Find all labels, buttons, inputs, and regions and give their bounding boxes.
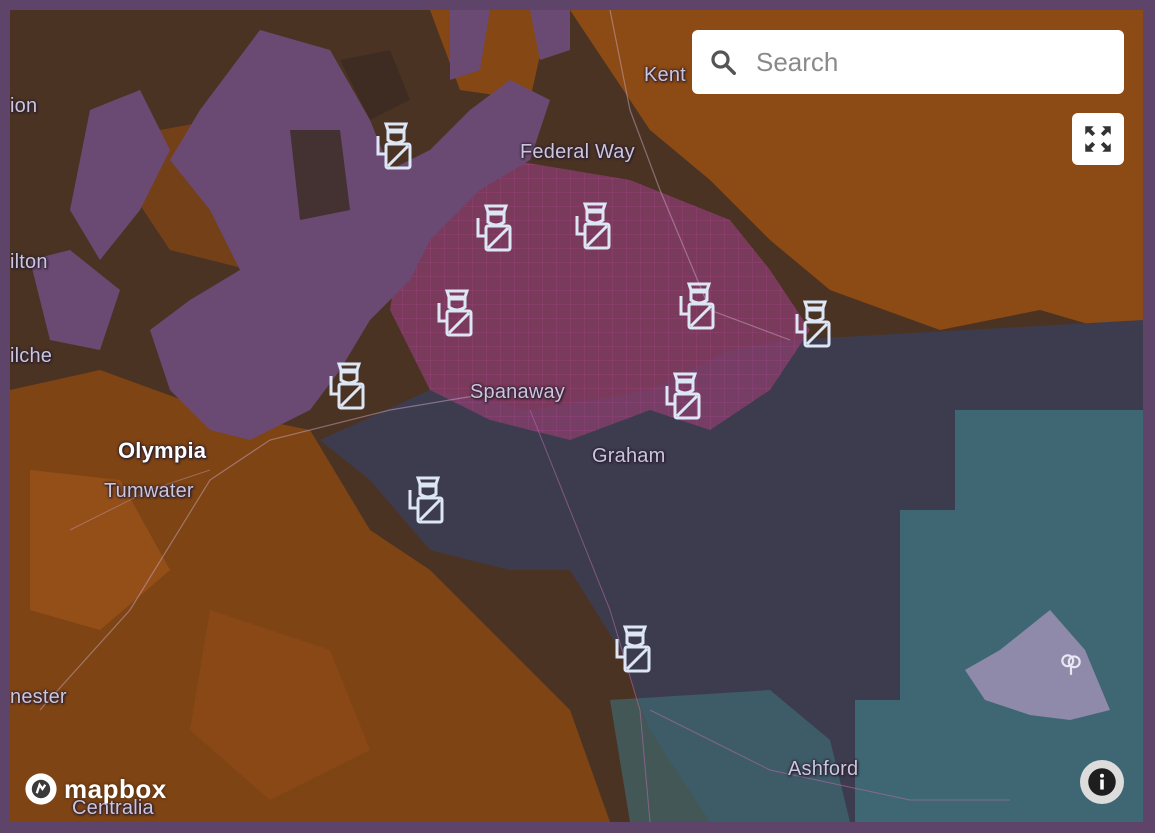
police-officer-icon bbox=[665, 372, 701, 420]
police-officer-marker[interactable] bbox=[404, 472, 452, 528]
police-officer-icon bbox=[679, 282, 715, 330]
police-officer-marker[interactable] bbox=[675, 278, 723, 334]
info-icon bbox=[1088, 768, 1116, 796]
tree-icon bbox=[1061, 654, 1081, 675]
police-officer-marker[interactable] bbox=[372, 118, 420, 174]
police-officer-marker[interactable] bbox=[661, 368, 709, 424]
place-label-tumwater: Tumwater bbox=[104, 480, 194, 502]
police-officer-icon bbox=[437, 289, 473, 337]
search-input[interactable] bbox=[754, 45, 1078, 79]
police-officer-marker[interactable] bbox=[791, 296, 839, 352]
police-officer-marker[interactable] bbox=[611, 621, 659, 677]
police-officer-icon bbox=[376, 122, 412, 170]
police-officer-icon bbox=[615, 625, 651, 673]
place-label-partial-ilche: ilche bbox=[10, 345, 53, 367]
place-label-ashford: Ashford bbox=[788, 758, 859, 780]
police-officer-icon bbox=[575, 202, 611, 250]
place-label-federal-way: Federal Way bbox=[520, 141, 635, 163]
place-label-graham: Graham bbox=[592, 445, 666, 467]
place-label-partial-ilton: ilton bbox=[10, 251, 48, 273]
map-container[interactable]: Kent Federal Way Spanaway Graham Olympia… bbox=[10, 10, 1143, 822]
police-officer-icon bbox=[476, 204, 512, 252]
search-box[interactable] bbox=[692, 30, 1124, 94]
police-officer-icon bbox=[408, 476, 444, 524]
mapbox-logo[interactable]: mapbox bbox=[24, 772, 167, 806]
attribution-info-button[interactable] bbox=[1080, 760, 1124, 804]
police-officer-icon bbox=[329, 362, 365, 410]
police-officer-marker[interactable] bbox=[433, 285, 481, 341]
police-officer-marker[interactable] bbox=[325, 358, 373, 414]
police-officer-icon bbox=[795, 300, 831, 348]
place-label-partial-nester: nester bbox=[10, 686, 67, 708]
place-label-partial-ion: ion bbox=[10, 95, 38, 117]
police-officer-marker[interactable] bbox=[571, 198, 619, 254]
place-label-spanaway: Spanaway bbox=[470, 381, 565, 403]
search-icon bbox=[711, 50, 736, 75]
map-canvas[interactable] bbox=[10, 10, 1143, 822]
mapbox-logo-text: mapbox bbox=[64, 773, 167, 804]
police-officer-marker[interactable] bbox=[472, 200, 520, 256]
mapbox-logo-icon bbox=[25, 773, 57, 805]
place-label-olympia: Olympia bbox=[118, 438, 207, 463]
fullscreen-icon bbox=[1085, 126, 1111, 152]
place-label-kent: Kent bbox=[644, 64, 686, 86]
fullscreen-button[interactable] bbox=[1072, 113, 1124, 165]
